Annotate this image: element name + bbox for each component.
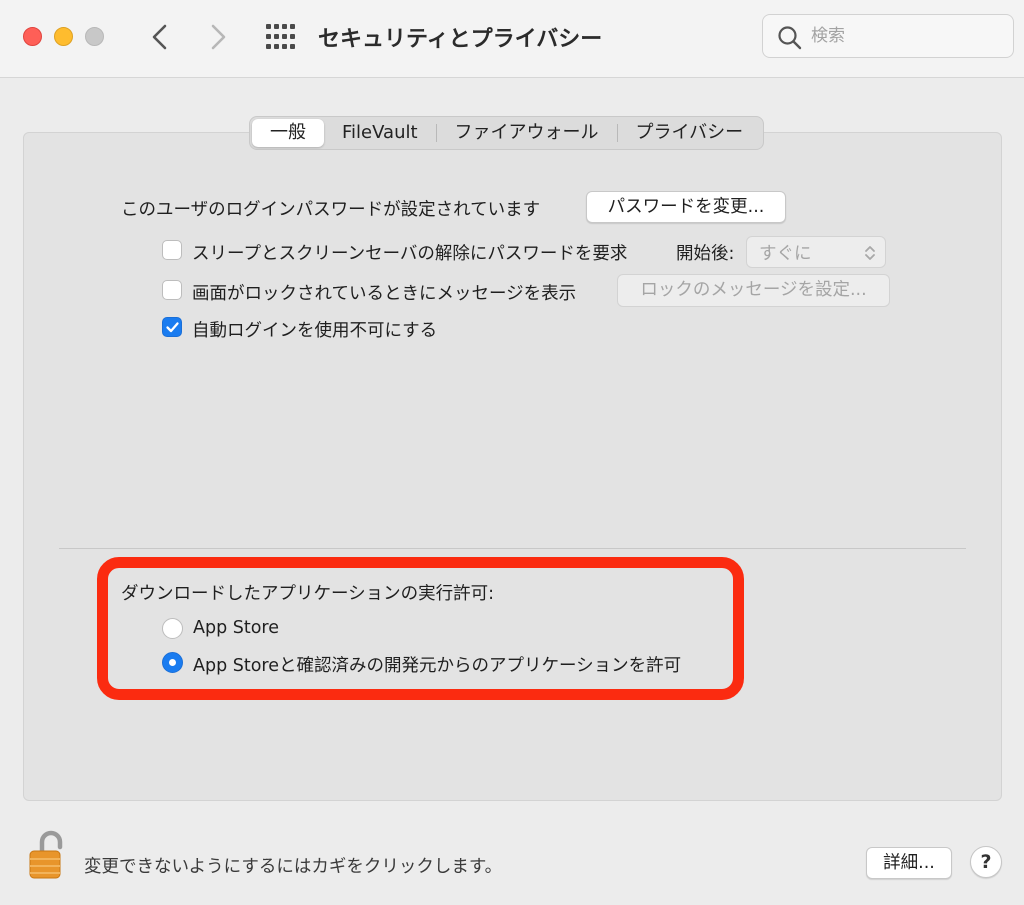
- zoom-window-button[interactable]: [85, 27, 104, 46]
- search-field[interactable]: [762, 14, 1014, 58]
- back-button[interactable]: [145, 20, 175, 54]
- set-lock-message-button[interactable]: ロックのメッセージを設定...: [617, 274, 890, 307]
- start-after-label: 開始後:: [676, 244, 735, 264]
- require-password-label: スリープとスクリーンセーバの解除にパスワードを要求: [192, 244, 628, 264]
- show-message-checkbox[interactable]: [162, 280, 182, 300]
- content-panel: [23, 132, 1002, 801]
- grid-icon: [266, 24, 295, 49]
- section-divider: [59, 548, 966, 549]
- minimize-window-button[interactable]: [54, 27, 73, 46]
- help-button[interactable]: ?: [970, 846, 1002, 878]
- tab-bar: 一般 FileVault ファイアウォール プライバシー: [249, 116, 765, 150]
- updown-chevron-icon: [865, 246, 875, 260]
- tab-filevault[interactable]: FileVault: [324, 119, 436, 147]
- lock-instruction-text: 変更できないようにするにはカギをクリックします。: [84, 857, 503, 877]
- lock-button[interactable]: [28, 829, 70, 885]
- chevron-left-icon: [152, 24, 167, 50]
- checkmark-icon: [166, 322, 179, 333]
- show-all-button[interactable]: [265, 23, 297, 51]
- disable-auto-login-label: 自動ログインを使用不可にする: [192, 321, 438, 341]
- search-icon: [778, 26, 802, 50]
- disable-auto-login-checkbox[interactable]: [162, 317, 182, 337]
- change-password-button[interactable]: パスワードを変更...: [586, 191, 786, 223]
- tab-privacy[interactable]: プライバシー: [618, 119, 762, 147]
- unlocked-padlock-icon: [29, 830, 63, 879]
- tab-firewall[interactable]: ファイアウォール: [437, 119, 617, 147]
- tab-general[interactable]: 一般: [252, 119, 324, 147]
- close-window-button[interactable]: [23, 27, 42, 46]
- password-status-label: このユーザのログインパスワードが設定されています: [121, 200, 541, 220]
- require-password-checkbox[interactable]: [162, 240, 182, 260]
- title-bar: セキュリティとプライバシー: [0, 0, 1024, 78]
- forward-button[interactable]: [203, 20, 233, 54]
- show-message-label: 画面がロックされているときにメッセージを表示: [192, 284, 577, 304]
- search-input[interactable]: [809, 23, 999, 49]
- chevron-right-icon: [211, 24, 226, 50]
- advanced-button[interactable]: 詳細...: [866, 847, 952, 879]
- highlight-annotation: [97, 557, 744, 700]
- window-title: セキュリティとプライバシー: [318, 27, 603, 52]
- start-after-value: すぐに: [759, 244, 812, 264]
- start-after-select[interactable]: すぐに: [746, 236, 886, 268]
